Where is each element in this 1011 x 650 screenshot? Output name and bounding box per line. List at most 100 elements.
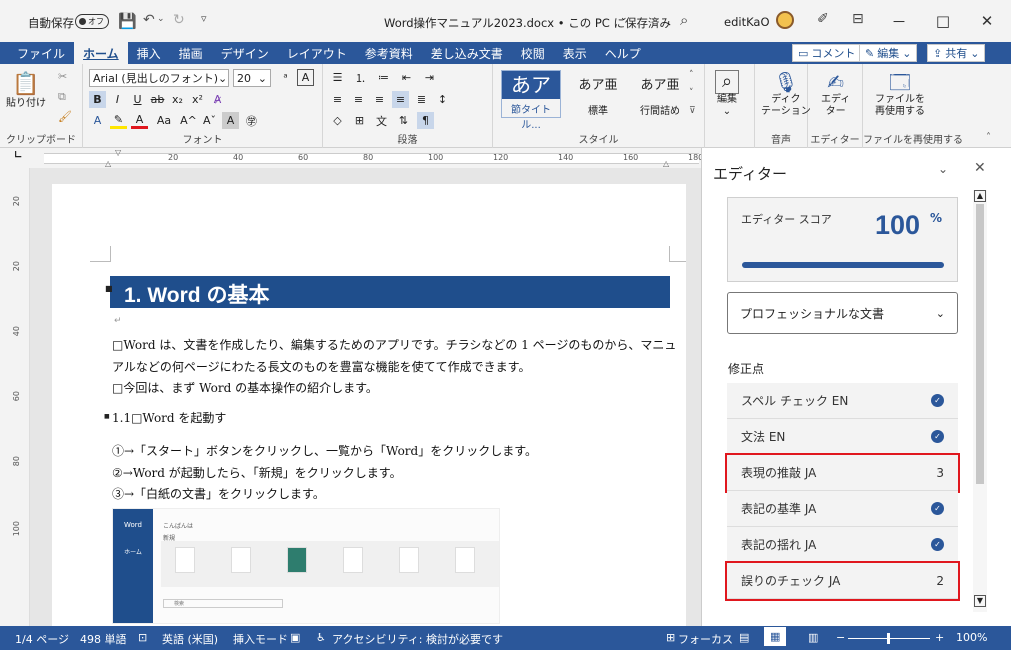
zoom-out-icon[interactable]: − xyxy=(836,631,845,644)
step-1[interactable]: ①→「スタート」ボタンをクリックし、一覧から「Word」をクリックします。 xyxy=(112,442,537,459)
editor-button[interactable]: ✍ エディ ター xyxy=(821,70,850,118)
font-name-select[interactable]: Arial (見出しのフォント) ⌄ xyxy=(89,69,229,87)
justify-icon[interactable]: ≡ xyxy=(392,91,409,108)
text-effect-icon[interactable]: A xyxy=(89,112,106,129)
show-marks-icon[interactable]: ¶ xyxy=(417,112,434,129)
correction-row[interactable]: 文法 EN ✓ xyxy=(727,419,958,455)
tab-9[interactable]: 表示 xyxy=(554,42,596,64)
macro-icon[interactable]: ▣ xyxy=(290,631,300,644)
phonetic-guide-icon[interactable]: ᵃ xyxy=(277,69,294,86)
comment-button[interactable]: ▭ コメント xyxy=(792,44,862,62)
superscript-icon[interactable]: x² xyxy=(189,91,206,108)
save-icon[interactable]: 💾 xyxy=(118,12,137,30)
multilevel-list-icon[interactable]: ≔ xyxy=(375,69,392,86)
editor-scrollbar[interactable]: ▲ ▼ xyxy=(973,190,987,612)
redo-icon[interactable]: ↻ xyxy=(173,12,185,28)
correction-row[interactable]: 表記の基準 JA ✓ xyxy=(727,491,958,527)
user-name[interactable]: editKaO xyxy=(724,15,770,29)
shrink-font-icon[interactable]: Aˇ xyxy=(201,112,218,129)
clear-format-icon[interactable]: A̷ xyxy=(209,91,226,108)
tab-5[interactable]: レイアウト xyxy=(278,42,356,64)
search-icon[interactable]: ⌕ xyxy=(680,11,688,29)
close-button[interactable]: ✕ xyxy=(965,0,1009,42)
style-no-spacing[interactable]: あア亜 行間詰め xyxy=(630,74,690,117)
format-painter-icon[interactable]: 🖌 xyxy=(58,110,72,123)
styles-scroll-down-icon[interactable]: ˅ xyxy=(689,88,694,98)
decrease-indent-icon[interactable]: ⇤ xyxy=(398,69,415,86)
font-color-icon[interactable]: A xyxy=(131,112,148,129)
line-spacing-icon[interactable]: ↕ xyxy=(434,91,451,108)
reuse-files-button[interactable]: 🗔 ファイルを 再使用する xyxy=(875,70,925,118)
pane-options-icon[interactable]: ⌄ xyxy=(938,162,948,176)
tab-8[interactable]: 校閲 xyxy=(512,42,554,64)
align-right-icon[interactable]: ≡ xyxy=(371,91,388,108)
change-case-icon[interactable]: Aa xyxy=(152,112,176,129)
correction-row[interactable]: 誤りのチェック JA 2 xyxy=(725,561,960,601)
bold-icon[interactable]: B xyxy=(89,91,106,108)
embedded-screenshot[interactable]: Word ホーム こんばんは 新規 検索 xyxy=(112,508,500,624)
print-layout-icon[interactable]: ▦ xyxy=(764,627,787,646)
font-size-select[interactable]: 20 ⌄ xyxy=(233,69,271,87)
tab-4[interactable]: デザイン xyxy=(212,42,278,64)
styles-more-icon[interactable]: ⊽ xyxy=(689,106,696,116)
subscript-icon[interactable]: x₂ xyxy=(169,91,186,108)
numbering-icon[interactable]: ⒈ xyxy=(352,69,369,86)
char-border-icon[interactable]: A xyxy=(297,69,314,86)
distributed-icon[interactable]: ≣ xyxy=(413,91,430,108)
correction-row[interactable]: 表現の推敲 JA 3 xyxy=(725,453,960,493)
read-mode-icon[interactable]: ▤ xyxy=(739,631,749,644)
scroll-down-icon[interactable]: ▼ xyxy=(974,595,986,607)
close-pane-icon[interactable]: ✕ xyxy=(974,160,986,176)
minimize-button[interactable]: － xyxy=(877,0,921,42)
enclose-char-icon[interactable]: ㊫ xyxy=(243,112,260,129)
shading-icon[interactable]: ◇ xyxy=(329,112,346,129)
tab-0[interactable]: ファイル xyxy=(8,42,74,64)
style-heading[interactable]: あア 節タイトル... xyxy=(501,70,561,131)
tab-1[interactable]: ホーム xyxy=(74,42,128,64)
tab-6[interactable]: 参考資料 xyxy=(356,42,422,64)
correction-row[interactable]: スペル チェック EN ✓ xyxy=(727,383,958,419)
avatar[interactable] xyxy=(776,11,794,29)
asian-layout-icon[interactable]: 文 xyxy=(373,112,390,129)
bullets-icon[interactable]: ☰ xyxy=(329,69,346,86)
insert-mode[interactable]: 挿入モード xyxy=(233,631,288,647)
correction-row[interactable]: 表記の揺れ JA ✓ xyxy=(727,527,958,563)
focus-mode[interactable]: フォーカス xyxy=(678,631,733,647)
document-type-dropdown[interactable]: プロフェッショナルな文書 ⌄ xyxy=(727,292,958,334)
underline-icon[interactable]: U xyxy=(129,91,146,108)
customize-qat-icon[interactable]: ▿ xyxy=(201,12,207,25)
undo-dropdown-icon[interactable]: ⌄ xyxy=(157,14,165,24)
pen-icon[interactable]: ✐ xyxy=(817,11,829,27)
char-shading-icon[interactable]: A xyxy=(222,112,239,129)
accessibility-status[interactable]: アクセシビリティ: 検討が必要です xyxy=(332,631,503,647)
step-2[interactable]: ②→Word が起動したら、「新規」をクリックします。 xyxy=(112,464,402,481)
maximize-button[interactable]: □ xyxy=(921,0,965,42)
increase-indent-icon[interactable]: ⇥ xyxy=(421,69,438,86)
collapse-ribbon-icon[interactable]: ˄ xyxy=(986,132,991,143)
body-paragraph-2[interactable]: アルなどの何ページにわたる長文のものを豊富な機能を使てて作成できます。 xyxy=(112,358,530,375)
language[interactable]: 英語 (米国) xyxy=(162,631,218,647)
focus-icon[interactable]: ⊞ xyxy=(666,631,675,644)
word-count[interactable]: 498 単語 xyxy=(80,631,127,647)
heading-block[interactable]: 1. Word の基本 xyxy=(110,276,670,308)
web-layout-icon[interactable]: ▥ xyxy=(808,631,818,644)
styles-scroll-up-icon[interactable]: ˄ xyxy=(689,70,694,80)
title-dropdown-icon[interactable]: ⌄ xyxy=(620,13,628,23)
page-count[interactable]: 1/4 ページ xyxy=(15,631,69,647)
editing-button[interactable]: ⌕ 編集 ⌄ xyxy=(715,70,739,118)
proofing-icon[interactable]: ⊡ xyxy=(138,631,147,644)
align-left-icon[interactable]: ≡ xyxy=(329,91,346,108)
scrollbar-thumb[interactable] xyxy=(976,204,984,484)
autosave-toggle[interactable]: オフ xyxy=(75,14,109,29)
paste-button[interactable]: 📋 貼り付け xyxy=(6,72,46,110)
share-button[interactable]: ⇪ 共有 ⌄ xyxy=(927,44,986,62)
zoom-slider-thumb[interactable] xyxy=(887,633,890,644)
tab-10[interactable]: ヘルプ xyxy=(596,42,650,64)
dictate-button[interactable]: 🎙 ディク テーション xyxy=(761,70,811,118)
edit-mode-button[interactable]: ✎ 編集 ⌄ xyxy=(859,44,918,62)
scroll-up-icon[interactable]: ▲ xyxy=(974,190,986,202)
accessibility-icon[interactable]: ♿ xyxy=(316,631,326,644)
document-title[interactable]: Word操作マニュアル2023.docx • この PC に保存済み xyxy=(384,15,671,31)
undo-icon[interactable]: ↶ xyxy=(143,12,155,28)
zoom-in-icon[interactable]: + xyxy=(935,631,944,644)
